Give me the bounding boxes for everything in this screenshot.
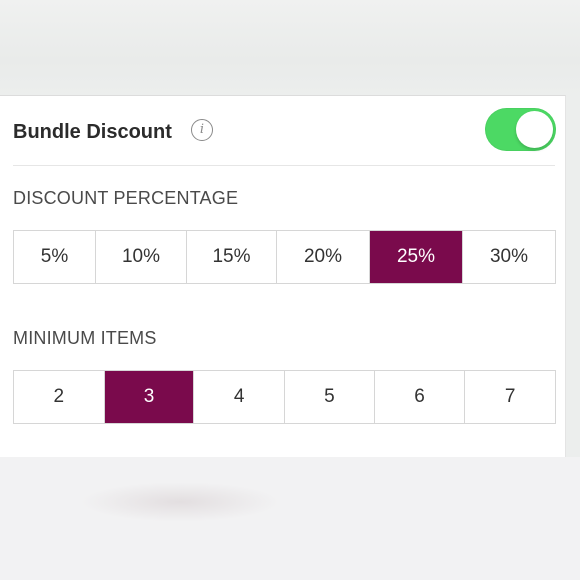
minimum-items-selector: 2 3 4 5 6 7 [13,370,556,424]
discount-option-30[interactable]: 30% [463,231,555,283]
background-lower [0,457,580,580]
card-header: Bundle Discount i [13,96,556,166]
discount-percentage-selector: 5% 10% 15% 20% 25% 30% [13,230,556,284]
discount-option-5[interactable]: 5% [14,231,96,283]
minimum-items-label: MINIMUM ITEMS [13,328,157,348]
minimum-option-7[interactable]: 7 [465,371,555,423]
minimum-option-4[interactable]: 4 [194,371,286,423]
discount-option-25[interactable]: 25% [370,231,463,283]
minimum-option-6[interactable]: 6 [375,371,466,423]
discount-option-15[interactable]: 15% [187,231,277,283]
discount-option-10[interactable]: 10% [96,231,187,283]
discount-option-20[interactable]: 20% [277,231,370,283]
bundle-discount-title: Bundle Discount [13,121,172,143]
discount-percentage-label: DISCOUNT PERCENTAGE [13,188,239,208]
bundle-discount-card: Bundle Discount i DISCOUNT PERCENTAGE 5%… [0,95,566,457]
minimum-option-5[interactable]: 5 [285,371,375,423]
info-icon[interactable]: i [191,119,213,141]
bundle-discount-toggle[interactable] [485,108,556,151]
toggle-knob [516,111,553,148]
minimum-option-2[interactable]: 2 [14,371,105,423]
minimum-option-3[interactable]: 3 [104,371,195,423]
